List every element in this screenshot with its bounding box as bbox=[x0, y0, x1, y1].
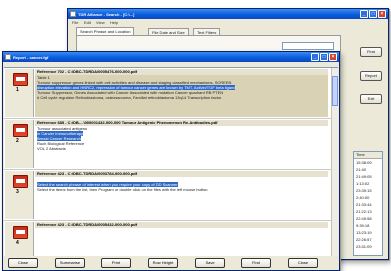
minimize-icon[interactable]: _ bbox=[311, 53, 319, 61]
record-number: 2 bbox=[16, 138, 19, 144]
maximize-icon[interactable]: □ bbox=[320, 53, 328, 61]
time-cell: 21:49:05 bbox=[356, 174, 372, 179]
close-icon[interactable]: × bbox=[378, 10, 386, 18]
time-cell: 23:31:09 bbox=[356, 244, 372, 249]
time-list[interactable]: Time 15:38:09 21:40 21:49:05 1:13:02 23:… bbox=[353, 151, 383, 256]
tab-search-phrase[interactable]: Search Phrase and Location bbox=[76, 27, 135, 35]
report-window: Report - cancer.fgf _ □ × 1 Reference 70… bbox=[2, 51, 340, 271]
scrollbar-thumb[interactable] bbox=[332, 76, 338, 106]
record-number: 4 bbox=[16, 240, 19, 246]
search-window-titlebar[interactable]: TDR Alliance - Search - [C:\...] _ □ × bbox=[68, 9, 388, 19]
time-cell: 21:33:44 bbox=[356, 202, 372, 207]
record-body: Reference 423 - C:\DBC-TDRDA\0005432-000… bbox=[35, 222, 328, 257]
report-window-title: Report - cancer.fgf bbox=[13, 55, 49, 60]
record-body: Reference 702 - C:\DBC-TDRDA\0005476-000… bbox=[35, 69, 328, 117]
time-column-header[interactable]: Time bbox=[354, 152, 382, 159]
record-text-line: Select the items from the list, then Pro… bbox=[37, 187, 208, 192]
record-body: Reference 423 - C:\DBC-TDRDA\0003784-000… bbox=[35, 171, 328, 219]
record-number-cell: 2 bbox=[5, 120, 34, 168]
location-field[interactable] bbox=[282, 42, 334, 50]
report-record[interactable]: 1 Reference 702 - C:\DBC-TDRDA\0005476-0… bbox=[4, 68, 332, 119]
search-window-title: TDR Alliance - Search - [C:\...] bbox=[78, 12, 135, 17]
tab-strip: Search Phrase and Location File Date and… bbox=[76, 27, 326, 35]
report-window-titlebar[interactable]: Report - cancer.fgf _ □ × bbox=[3, 52, 339, 62]
exit-button[interactable]: Exit bbox=[360, 94, 382, 104]
summarise-button[interactable]: Summarise bbox=[55, 258, 85, 268]
time-cell: 23:39:15 bbox=[356, 188, 372, 193]
print-button[interactable]: Print bbox=[101, 258, 131, 268]
pdf-file-icon bbox=[13, 175, 28, 188]
find-button[interactable]: Find bbox=[360, 47, 382, 57]
time-cell: 22:26:57 bbox=[356, 237, 372, 242]
record-text-line bbox=[35, 228, 328, 233]
minimize-icon[interactable]: _ bbox=[360, 10, 368, 18]
time-cell: 21:40 bbox=[356, 167, 367, 172]
report-button-bar: Close Summarise Print Row Height Save Fi… bbox=[3, 256, 339, 270]
menu-view[interactable]: View bbox=[96, 20, 105, 25]
record-number-cell: 1 bbox=[5, 69, 34, 117]
report-button[interactable]: Report bbox=[360, 71, 382, 81]
vertical-scrollbar[interactable] bbox=[331, 68, 338, 256]
record-text-line: VOL 2 Abstracts bbox=[37, 146, 66, 151]
find-button[interactable]: Find bbox=[241, 258, 271, 268]
menu-help[interactable]: Help bbox=[110, 20, 118, 25]
pdf-file-icon bbox=[13, 124, 28, 137]
record-number-cell: 3 bbox=[5, 171, 34, 219]
report-record[interactable]: 3 Reference 423 - C:\DBC-TDRDA\0003784-0… bbox=[4, 170, 332, 221]
record-text-line: # Cell cycle regulator Retinoblastoma, o… bbox=[37, 95, 222, 100]
save-button[interactable]: Save bbox=[195, 258, 225, 268]
close-button-2[interactable]: Close bbox=[288, 258, 318, 268]
pdf-file-icon bbox=[13, 226, 28, 239]
time-cell: 2:40:00 bbox=[356, 195, 370, 200]
time-cell: 9:39:18 bbox=[356, 223, 370, 228]
menu-file[interactable]: File bbox=[72, 20, 78, 25]
menu-bar: File Edit View Help bbox=[68, 19, 388, 26]
record-number: 3 bbox=[16, 189, 19, 195]
menu-edit[interactable]: Edit bbox=[84, 20, 91, 25]
report-record[interactable]: 4 Reference 423 - C:\DBC-TDRDA\0005432-0… bbox=[4, 221, 332, 258]
time-cell: 15:38:09 bbox=[356, 160, 372, 165]
record-number-cell: 4 bbox=[5, 222, 34, 257]
time-cell: 13:23:19 bbox=[356, 230, 372, 235]
report-list: 1 Reference 702 - C:\DBC-TDRDA\0005476-0… bbox=[4, 67, 338, 258]
record-number: 1 bbox=[16, 87, 19, 93]
maximize-icon[interactable]: □ bbox=[369, 10, 377, 18]
pdf-file-icon bbox=[13, 73, 28, 86]
tab-file-date[interactable]: File Date and Size bbox=[148, 28, 189, 35]
close-icon[interactable]: × bbox=[329, 53, 337, 61]
time-cell: 21:22:13 bbox=[356, 209, 372, 214]
row-height-button[interactable]: Row Height bbox=[148, 258, 178, 268]
close-button[interactable]: Close bbox=[8, 258, 38, 268]
record-body: Reference 685 - C:\DB-...\000001432-000-… bbox=[35, 120, 328, 168]
time-cell: 22:45:58 bbox=[356, 216, 372, 221]
app-icon bbox=[70, 11, 76, 17]
report-record[interactable]: 2 Reference 685 - C:\DB-...\000001432-00… bbox=[4, 119, 332, 170]
time-cell: 1:13:02 bbox=[356, 181, 370, 186]
tab-text-filters[interactable]: Text Filters bbox=[193, 28, 221, 35]
report-icon bbox=[5, 54, 11, 60]
